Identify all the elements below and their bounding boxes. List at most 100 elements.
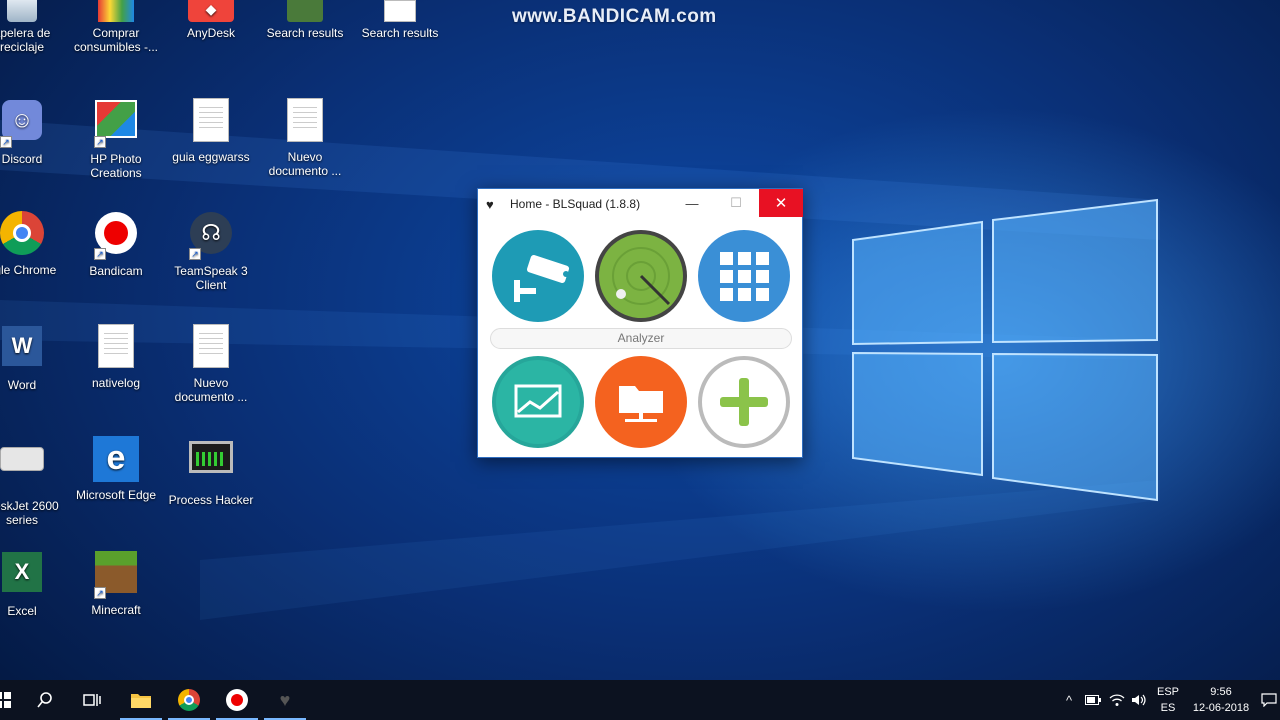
close-button[interactable]: ✕ — [759, 189, 803, 217]
grid-apps-icon — [720, 252, 769, 301]
anydesk-shortcut[interactable]: ◆ AnyDesk — [164, 0, 258, 40]
clock-date: 12-06-2018 — [1192, 702, 1250, 714]
anydesk-icon: ◆ — [187, 0, 235, 22]
teamspeak-shortcut[interactable]: ☊ ↗ TeamSpeak 3 Client — [164, 209, 258, 292]
chrome-icon — [178, 689, 200, 711]
excel-icon: X — [0, 552, 46, 600]
bandicam-taskbar-button[interactable] — [214, 680, 260, 720]
document-icon — [187, 98, 235, 146]
window-titlebar[interactable]: ♥ Home - BLSquad (1.8.8) — ☐ ✕ — [478, 189, 803, 219]
nativelog-file[interactable]: nativelog — [69, 322, 163, 390]
windows-logo-icon — [0, 692, 11, 708]
shortcut-arrow-icon: ↗ — [94, 248, 106, 260]
desktop-icon-label: Microsoft Edge — [75, 488, 157, 502]
hp-photo-creations-shortcut[interactable]: ↗ HP Photo Creations — [69, 96, 163, 180]
show-hidden-icons-button[interactable]: ^ — [1058, 680, 1080, 720]
wifi-tray-icon[interactable] — [1106, 680, 1128, 720]
chrome-icon — [0, 211, 46, 259]
chart-tile-button[interactable] — [492, 356, 584, 448]
blsquad-app-icon: ♥ — [279, 689, 291, 710]
desktop-icon-label: Nuevo documento ... — [174, 376, 248, 404]
search-results-shortcut-2[interactable]: Search results — [353, 0, 447, 40]
window-title: Home - BLSquad (1.8.8) — [510, 197, 641, 211]
file-explorer-taskbar-button[interactable] — [118, 680, 164, 720]
nuevo-documento-file[interactable]: Nuevo documento ... — [164, 322, 258, 404]
taskbar-clock[interactable]: 9:56 12-06-2018 — [1188, 684, 1254, 716]
battery-tray-icon[interactable] — [1082, 680, 1104, 720]
desktop-icon-label: ogle Chrome — [0, 263, 57, 277]
bandicam-watermark: www.BANDICAM.com — [512, 6, 717, 27]
desktop-icon-label: guia eggwarss — [172, 150, 250, 164]
desktop-icon-label: Minecraft — [91, 603, 141, 617]
action-center-button[interactable] — [1258, 680, 1280, 720]
desktop-icon-label: nativelog — [91, 376, 141, 390]
minecraft-block-icon: ↗ — [92, 551, 140, 599]
apps-grid-tile-button[interactable] — [698, 230, 790, 322]
shortcut-arrow-icon: ↗ — [189, 248, 201, 260]
chrome-shortcut[interactable]: ogle Chrome — [0, 209, 69, 277]
desktop-icon-label: Nuevo documento ... — [268, 150, 342, 178]
radar-icon — [599, 234, 683, 318]
teamspeak-headset-icon: ☊ ↗ — [187, 212, 235, 260]
speaker-icon — [1132, 694, 1146, 706]
comprar-consumibles-shortcut[interactable]: Comprar consumibles -... — [69, 0, 163, 54]
desktop-icon-label: DeskJet 2600 series — [0, 499, 59, 527]
desktop-icon-label: Discord — [1, 152, 43, 166]
discord-shortcut[interactable]: ☺ ↗ Discord — [0, 96, 69, 166]
minecraft-shortcut[interactable]: ↗ Minecraft — [69, 548, 163, 617]
excel-shortcut[interactable]: X Excel — [0, 548, 69, 618]
wifi-icon — [1109, 694, 1125, 706]
search-button[interactable] — [22, 680, 68, 720]
desktop-icon-label: Process Hacker — [168, 493, 254, 507]
notifications-icon — [1261, 693, 1277, 707]
search-icon — [37, 692, 52, 708]
desktop-icon-label: AnyDesk — [186, 26, 236, 40]
edge-icon: e — [92, 436, 140, 484]
process-hacker-shortcut[interactable]: Process Hacker — [164, 435, 258, 507]
word-shortcut[interactable]: W Word — [0, 322, 69, 392]
blsquad-taskbar-button[interactable]: ♥ — [262, 680, 308, 720]
document-icon — [187, 324, 235, 372]
search-results-shortcut-1[interactable]: Search results — [258, 0, 352, 40]
deskjet-shortcut[interactable]: DeskJet 2600 series — [0, 435, 69, 527]
bandicam-record-icon — [226, 689, 248, 711]
task-view-button[interactable] — [69, 680, 115, 720]
language-indicator[interactable]: ESP ES — [1154, 684, 1182, 716]
camera-tile-button[interactable] — [492, 230, 584, 322]
radar-tile-button[interactable] — [595, 230, 687, 322]
desktop-icon-label: Bandicam — [89, 264, 143, 278]
battery-icon — [1085, 695, 1101, 705]
bandicam-shortcut[interactable]: ↗ Bandicam — [69, 209, 163, 278]
add-plus-icon — [720, 378, 768, 426]
printer-icon — [0, 447, 46, 495]
add-tile-button[interactable] — [698, 356, 790, 448]
desktop-icon-label: Search results — [266, 26, 344, 40]
chevron-up-icon: ^ — [1065, 692, 1073, 708]
chrome-taskbar-button[interactable] — [166, 680, 212, 720]
search-folder-icon — [281, 0, 329, 22]
word-icon: W — [0, 326, 46, 374]
recycle-bin-icon — [0, 0, 46, 22]
volume-tray-icon[interactable] — [1128, 680, 1150, 720]
desktop-icon-label: Word — [7, 378, 37, 392]
guia-eggwarss-file[interactable]: guia eggwarss — [164, 96, 258, 164]
bandicam-record-icon: ↗ — [92, 212, 140, 260]
shortcut-arrow-icon: ↗ — [94, 136, 106, 148]
blsquad-app-icon: ♥ — [486, 196, 494, 212]
clock-time: 9:56 — [1210, 686, 1232, 698]
edge-shortcut[interactable]: e Microsoft Edge — [69, 435, 163, 502]
desktop-icon-label: HP Photo Creations — [90, 152, 142, 180]
desktop-icon-label: TeamSpeak 3 Client — [174, 264, 248, 292]
desktop-icon-label: Search results — [361, 26, 439, 40]
desktop-icon-label: apelera de reciclaje — [0, 26, 51, 54]
server-folder-tile-button[interactable] — [595, 356, 687, 448]
minimize-button[interactable]: — — [670, 189, 714, 217]
maximize-button[interactable]: ☐ — [714, 189, 758, 217]
analyzer-bar[interactable]: Analyzer — [490, 328, 792, 349]
photo-collage-icon: ↗ — [92, 100, 140, 148]
blsquad-window: ♥ Home - BLSquad (1.8.8) — ☐ ✕ Analyzer — [477, 188, 803, 458]
nuevo-documento-file-2[interactable]: Nuevo documento ... — [258, 96, 352, 178]
server-folder-icon — [619, 386, 663, 422]
recycle-bin-shortcut[interactable]: apelera de reciclaje — [0, 0, 69, 54]
taskbar: ♥ ^ ESP ES 9:56 12-06-2018 — [0, 680, 1280, 720]
